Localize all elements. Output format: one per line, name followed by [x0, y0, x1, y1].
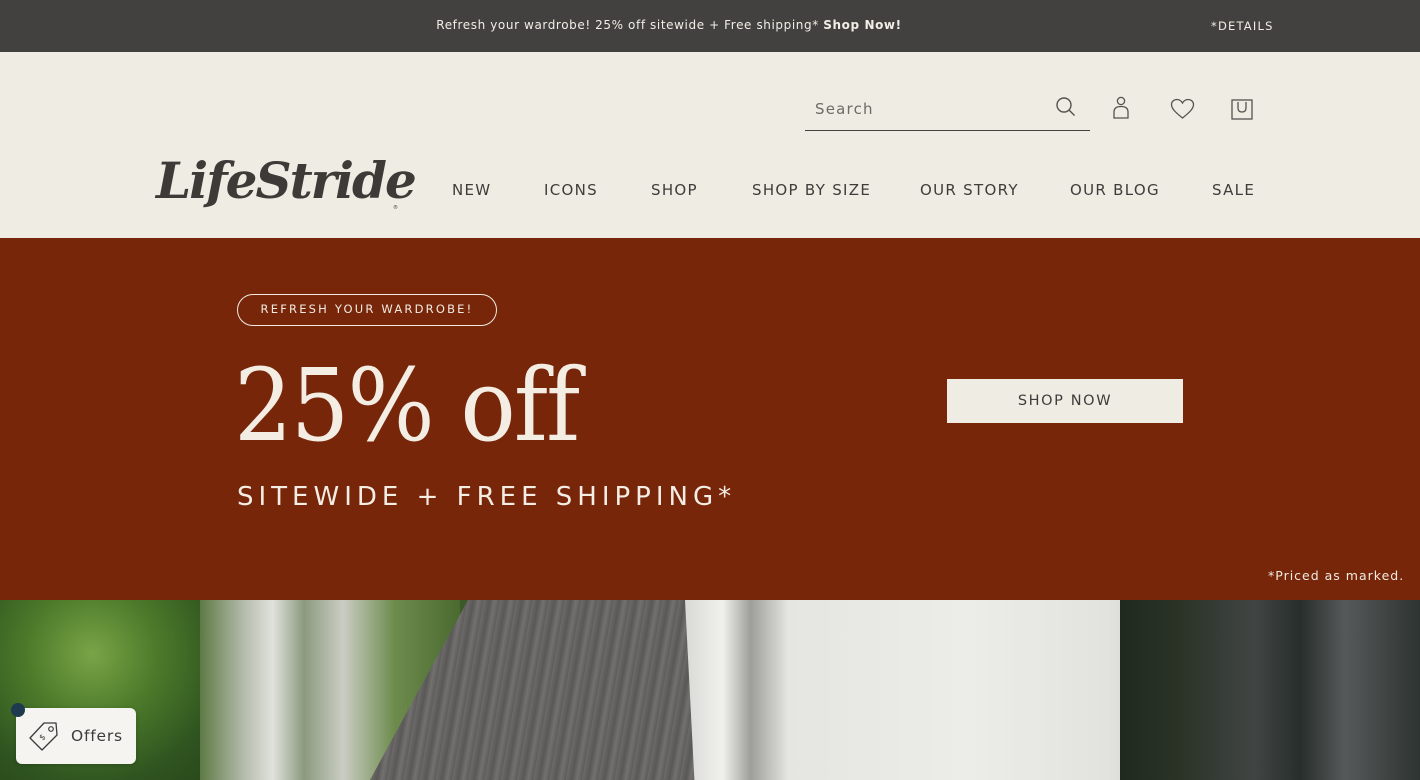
price-tag-icon: $ — [27, 720, 61, 756]
hero-pill-label: REFRESH YOUR WARDROBE! — [237, 294, 497, 326]
account-icon[interactable] — [1111, 96, 1131, 120]
hero-subheadline: SITEWIDE + FREE SHIPPING* — [237, 482, 737, 512]
svg-text:$: $ — [37, 732, 47, 742]
hero-disclaimer: *Priced as marked. — [1268, 568, 1405, 583]
offers-notification-dot — [11, 703, 25, 717]
brand-logo[interactable]: LifeStride — [156, 156, 417, 206]
search-icon[interactable] — [1055, 96, 1077, 118]
offers-label: Offers — [71, 727, 123, 745]
nav-item-sale[interactable]: SALE — [1212, 181, 1255, 199]
promo-message: Refresh your wardrobe! 25% off sitewide … — [0, 18, 1338, 32]
nav-item-our-blog[interactable]: OUR BLOG — [1070, 181, 1160, 199]
shop-now-button[interactable]: SHOP NOW — [947, 379, 1183, 423]
search-input[interactable] — [815, 98, 1045, 120]
brand-registered-mark: ® — [393, 205, 398, 211]
shopping-bag-icon[interactable] — [1231, 99, 1253, 120]
search-bar — [805, 92, 1090, 131]
promo-bar: Refresh your wardrobe! 25% off sitewide … — [0, 0, 1420, 52]
promo-shop-now-link[interactable]: Shop Now! — [823, 18, 901, 32]
wishlist-heart-icon[interactable] — [1170, 98, 1195, 120]
hero-headline: 25% off — [234, 347, 580, 464]
photo-white-dress — [685, 600, 1155, 780]
nav-item-shop[interactable]: SHOP — [651, 181, 698, 199]
photo-tree-trunk — [1120, 600, 1420, 780]
nav-item-new[interactable]: NEW — [452, 181, 491, 199]
offers-button[interactable]: $ Offers — [16, 708, 136, 764]
hero-photo — [0, 600, 1420, 780]
site-header: LifeStride ® NEW ICONS SHOP SHOP BY SIZE… — [0, 52, 1420, 238]
nav-item-shop-by-size[interactable]: SHOP BY SIZE — [752, 181, 871, 199]
hero-banner: REFRESH YOUR WARDROBE! 25% off SITEWIDE … — [0, 238, 1420, 600]
nav-item-our-story[interactable]: OUR STORY — [920, 181, 1019, 199]
nav-item-icons[interactable]: ICONS — [544, 181, 598, 199]
promo-message-text: Refresh your wardrobe! 25% off sitewide … — [436, 18, 819, 32]
promo-details-link[interactable]: *DETAILS — [1211, 19, 1274, 33]
